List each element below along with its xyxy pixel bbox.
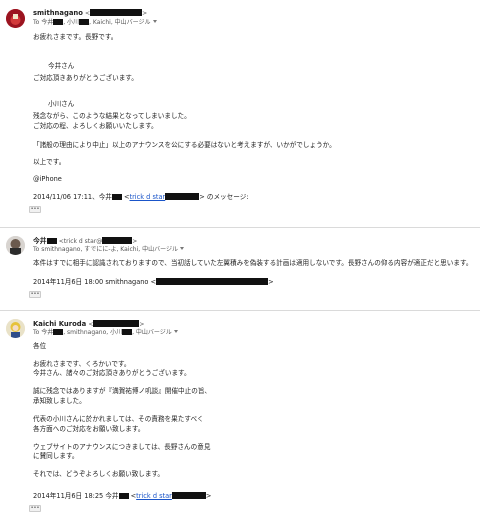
recipients[interactable]: To 今井 , 小川 , Kaichi, 中山バージル [33, 19, 157, 27]
body-line: @iPhone [33, 175, 62, 183]
recipient: , 小川 [63, 19, 80, 26]
redacted-email [90, 9, 143, 16]
quote-header: 2014年11月6日 18:25 今井 <trick d star > [33, 492, 212, 500]
sender-name[interactable]: Kaichi Kuroda [33, 320, 86, 328]
redacted-email [156, 278, 269, 285]
body-line: 各位 [33, 342, 47, 350]
show-trimmed-button[interactable]: ••• [29, 505, 41, 512]
redacted [46, 238, 57, 244]
chevron-down-icon[interactable] [173, 330, 178, 333]
message-header: Kaichi Kuroda < > [33, 320, 145, 328]
body-line: それでは、どうぞよろしくお願い致します。 [33, 470, 165, 478]
redacted [118, 493, 129, 499]
avatar[interactable] [6, 319, 25, 338]
recipient: , 中山バージル [132, 329, 172, 336]
email-link[interactable]: trick d star [136, 492, 172, 500]
body-line: 今井さん [48, 62, 75, 70]
redacted [122, 329, 133, 335]
avatar-image [6, 319, 25, 338]
recipient: , smithnagano, 小川 [63, 329, 123, 336]
sender-name[interactable]: 今井 [33, 237, 47, 245]
quote-header: 2014年11月6日 18:00 smithnagano < > [33, 278, 274, 286]
redacted-email [171, 492, 206, 499]
body-line: 「諸般の理由により中止」以上のアナウンスを公にする必要はないと考えますが、いかが… [33, 141, 336, 149]
body-line: に賛同します。 [33, 452, 79, 460]
message-smithnagano: smithnagano < > To 今井 , 小川 , Kaichi, 中山バージル… [0, 0, 480, 224]
body-line: 誠に残念ではありますが『満賀祐博ノ叽談』開催中止の旨、 [33, 387, 212, 395]
avatar-image [6, 236, 25, 255]
redacted-email [102, 237, 133, 244]
redacted [111, 194, 122, 200]
redacted-email [93, 320, 140, 327]
redacted [53, 19, 64, 25]
quote-suffix: のメッセージ: [206, 193, 249, 201]
recipients[interactable]: To 今井 , smithnagano, 小川 , 中山バージル [33, 329, 178, 337]
body-line: 承知致しました。 [33, 397, 86, 405]
message-header: smithnagano < > [33, 9, 148, 17]
body-line: お疲れさまです、くろかいです。 [33, 360, 131, 368]
quote-date: 2014/11/06 17:11、今井 [33, 193, 112, 201]
show-trimmed-button[interactable]: ••• [29, 291, 41, 298]
message-header: 今井 <trick d star@ > [33, 237, 138, 245]
body-line: お疲れさまです。長野です。 [33, 33, 118, 41]
message-imai: 今井 <trick d star@ > To smithnagano, すでにに-… [0, 227, 480, 303]
avatar[interactable] [6, 236, 25, 255]
body-line: ご対応の程、よろしくお願いいたします。 [33, 122, 158, 130]
quote-date: 2014年11月6日 18:00 smithnagano < [33, 278, 157, 286]
body-line: 残念ながら、このような結果となってしまいました。 [33, 112, 191, 120]
chevron-down-icon[interactable] [152, 20, 157, 23]
body-line: 代表の小川さんに於かれましては、その責務を果たすべく [33, 415, 204, 423]
chevron-down-icon[interactable] [179, 247, 184, 250]
body-line: ウェブサイトのアナウンスにつきましては、長野さんの意見 [33, 443, 211, 451]
body-line: 本件はすでに相手に認識されておりますので、当初話していた左翼積みを偽装する計画は… [33, 259, 473, 267]
body-line: 小川さん [48, 100, 75, 108]
email-link[interactable]: trick d star [130, 193, 166, 201]
quote-date: 2014年11月6日 18:25 今井 [33, 492, 119, 500]
body-line: 今井さん、諸々のご対応頂きありがとうございます。 [33, 369, 191, 377]
body-line: ご対応頂きありがとうございます。 [33, 74, 138, 82]
to-label: To 今井 [33, 19, 54, 26]
redacted-email [165, 193, 200, 200]
recipient-list: To smithnagano, すでにに-よ, Kaichi, 中山バージル [33, 246, 178, 253]
sender-name[interactable]: smithnagano [33, 9, 83, 17]
message-kaichi: Kaichi Kuroda < > To 今井 , smithnagano, 小川,… [0, 310, 480, 531]
recipient: , Kaichi, 中山バージル [89, 19, 151, 26]
redacted [53, 329, 64, 335]
to-label: To 今井 [33, 329, 54, 336]
show-trimmed-button[interactable]: ••• [29, 206, 41, 213]
avatar-image [6, 9, 25, 28]
avatar[interactable] [6, 9, 25, 28]
redacted [79, 19, 90, 25]
recipients[interactable]: To smithnagano, すでにに-よ, Kaichi, 中山バージル [33, 246, 184, 254]
body-line: 以上です。 [33, 158, 66, 166]
quote-header: 2014/11/06 17:11、今井 <trick d star > のメッセー… [33, 193, 249, 201]
sender-email: <trick d star@ [58, 238, 103, 245]
body-line: 各方面へのご対応をお願い致します。 [33, 425, 145, 433]
